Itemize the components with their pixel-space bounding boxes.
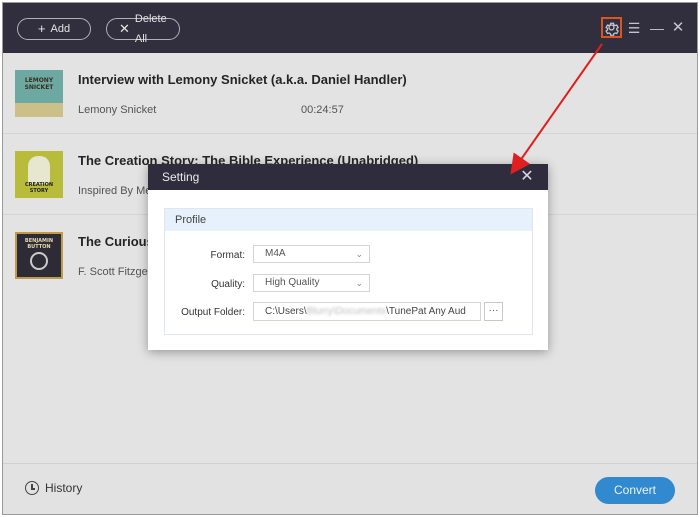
chevron-down-icon: ⌄ bbox=[355, 249, 363, 259]
quality-label: Quality: bbox=[211, 279, 245, 290]
output-path-prefix: C:\Users\ bbox=[265, 306, 307, 317]
quality-select[interactable]: High Quality ⌄ bbox=[253, 274, 370, 292]
profile-panel: Profile Format: M4A ⌄ Quality: High Qual… bbox=[164, 208, 533, 335]
output-path-blurred: Blurry\Documents bbox=[306, 306, 387, 317]
profile-header: Profile bbox=[165, 209, 532, 231]
settings-dialog: Setting ✕ Profile Format: M4A ⌄ Quality:… bbox=[148, 164, 548, 350]
dialog-header: Setting ✕ bbox=[148, 164, 548, 190]
output-path-suffix: \TunePat Any Aud bbox=[386, 306, 466, 317]
format-value: M4A bbox=[265, 248, 286, 259]
output-folder-field[interactable]: C:\Users\Blurry\Documents\TunePat Any Au… bbox=[253, 302, 481, 321]
dialog-title: Setting bbox=[162, 170, 200, 184]
chevron-down-icon: ⌄ bbox=[355, 278, 363, 288]
close-icon: ✕ bbox=[520, 168, 534, 185]
format-select[interactable]: M4A ⌄ bbox=[253, 245, 370, 263]
output-folder-label: Output Folder: bbox=[181, 307, 245, 318]
dialog-close-button[interactable]: ✕ bbox=[518, 167, 536, 187]
quality-value: High Quality bbox=[265, 277, 320, 288]
browse-folder-button[interactable]: ··· bbox=[484, 302, 503, 321]
format-label: Format: bbox=[210, 250, 245, 261]
